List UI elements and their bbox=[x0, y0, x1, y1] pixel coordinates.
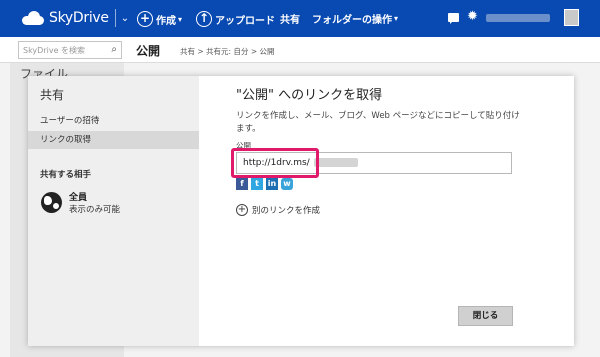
folder-ops-menu[interactable]: フォルダーの操作 ▾ bbox=[312, 11, 398, 26]
top-bar: SkyDrive ⌄ + 作成 ▾ ↑ アップロード 共有 フォルダーの操作 ▾… bbox=[0, 0, 600, 37]
search-input[interactable]: SkyDrive を検索 ⌕ bbox=[18, 41, 122, 59]
share-button[interactable]: 共有 bbox=[280, 11, 300, 26]
app-name: SkyDrive bbox=[49, 10, 109, 26]
plus-icon: + bbox=[137, 11, 153, 27]
dialog-description: リンクを作成し、メール、ブログ、Web ページなどにコピーして貼り付けます。 bbox=[236, 111, 520, 134]
caret-icon: ▾ bbox=[394, 14, 399, 23]
search-placeholder: SkyDrive を検索 bbox=[23, 46, 86, 55]
avatar[interactable] bbox=[564, 9, 579, 26]
upload-icon: ↑ bbox=[196, 11, 212, 27]
divider bbox=[114, 9, 116, 27]
redacted-link-suffix bbox=[314, 158, 358, 167]
folder-ops-label: フォルダーの操作 bbox=[312, 15, 392, 26]
upload-label: アップロード bbox=[215, 15, 275, 27]
upload-button[interactable]: ↑ アップロード bbox=[196, 11, 275, 27]
dialog-sidebar: 共有 ユーザーの招待 リンクの取得 共有する相手 全員 表示のみ可能 bbox=[28, 76, 199, 346]
chevron-down-icon[interactable]: ⌄ bbox=[121, 13, 129, 24]
sidebar-item-get-link[interactable]: リンクの取得 bbox=[28, 131, 199, 149]
audience-name: 全員 bbox=[69, 193, 88, 203]
twitter-icon[interactable]: t bbox=[251, 178, 263, 190]
breadcrumb: 共有 > 共有元: 自分 > 公開 bbox=[180, 47, 275, 56]
gear-icon[interactable]: ✹ bbox=[467, 9, 478, 24]
weibo-icon[interactable]: w bbox=[281, 178, 293, 190]
chat-icon[interactable] bbox=[448, 13, 459, 24]
audience-description: 表示のみ可能 bbox=[69, 205, 121, 215]
globe-icon bbox=[41, 192, 62, 213]
caret-icon: ▾ bbox=[178, 14, 183, 24]
skydrive-logo[interactable]: SkyDrive ⌄ bbox=[22, 9, 129, 27]
dialog-title: "公開" へのリンクを取得 bbox=[236, 88, 383, 103]
create-new-link-button[interactable]: + 別のリンクを作成 bbox=[236, 204, 320, 216]
linkedin-icon[interactable]: in bbox=[266, 178, 278, 190]
share-dialog: 共有 ユーザーの招待 リンクの取得 共有する相手 全員 表示のみ可能 "公開" … bbox=[28, 76, 574, 346]
create-menu[interactable]: + 作成 ▾ bbox=[137, 11, 182, 27]
close-button[interactable]: 閉じる bbox=[458, 306, 513, 326]
create-label: 作成 bbox=[156, 15, 176, 27]
facebook-icon[interactable]: f bbox=[236, 178, 248, 190]
create-new-link-label: 別のリンクを作成 bbox=[252, 206, 321, 216]
share-label: 共有 bbox=[280, 15, 300, 26]
highlight-box bbox=[231, 148, 319, 178]
sidebar-title: 共有 bbox=[40, 88, 65, 102]
search-icon[interactable]: ⌕ bbox=[111, 44, 117, 55]
page-title: 公開 bbox=[136, 44, 161, 58]
sidebar-item-invite[interactable]: ユーザーの招待 bbox=[28, 112, 199, 130]
share-with-heading: 共有する相手 bbox=[40, 170, 92, 180]
cloud-icon bbox=[22, 11, 44, 25]
user-name-redacted[interactable] bbox=[486, 14, 550, 22]
plus-circle-icon: + bbox=[236, 204, 248, 216]
